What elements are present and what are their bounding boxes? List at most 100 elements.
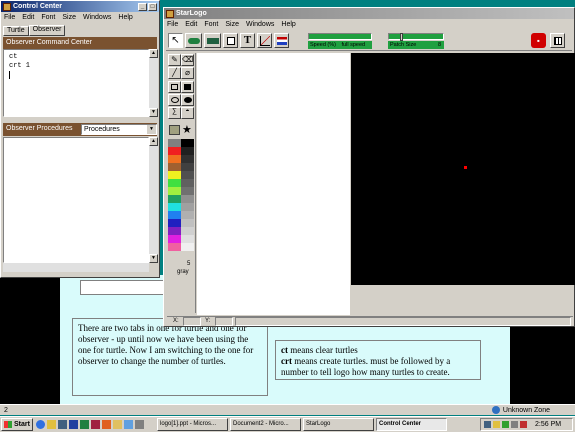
- command-scrollbar[interactable]: ▲ ▼: [149, 49, 158, 117]
- starlogo-titlebar[interactable]: StarLogo: [164, 8, 574, 19]
- scroll-down-arrow[interactable]: ▼: [149, 108, 158, 117]
- task-control-center[interactable]: Control Center: [376, 418, 447, 431]
- scroll-up-arrow[interactable]: ▲: [149, 49, 158, 58]
- command-input[interactable]: ct crt 1: [3, 49, 149, 117]
- menu-font[interactable]: Font: [41, 14, 55, 21]
- word-icon[interactable]: [69, 420, 78, 429]
- menu-help[interactable]: Help: [118, 14, 132, 21]
- monitor-button[interactable]: [223, 33, 238, 48]
- tray-icon-3[interactable]: [502, 421, 509, 428]
- task-starlogo[interactable]: StarLogo: [303, 418, 374, 431]
- procedures-select-value: Procedures: [84, 126, 120, 133]
- patch-label: Patch Size: [390, 42, 417, 48]
- clock[interactable]: 2:56 PM: [535, 421, 561, 428]
- tab-observer[interactable]: Observer: [28, 25, 66, 36]
- note-text-ct: means clear turtles: [288, 345, 358, 355]
- pen-color-swatch[interactable]: [169, 125, 180, 135]
- plot-button[interactable]: [257, 33, 272, 48]
- maximize-button[interactable]: □: [148, 2, 157, 11]
- patch-size-slider[interactable]: [388, 33, 444, 41]
- menu-file[interactable]: File: [4, 14, 15, 21]
- fill-tool-icon[interactable]: ◓: [181, 107, 194, 119]
- eyedropper-tool-icon[interactable]: ⌀: [181, 67, 194, 79]
- procedures-editor[interactable]: [3, 137, 149, 263]
- command-center-header: Observer Command Center: [3, 37, 157, 49]
- sl-menu-font[interactable]: Font: [204, 21, 218, 28]
- windows-logo-icon: [4, 421, 12, 428]
- powerpoint-icon[interactable]: [102, 420, 111, 429]
- proc-scroll-down-arrow[interactable]: ▼: [149, 254, 158, 263]
- task-control-center-label: Control Center: [379, 421, 421, 427]
- menu-edit[interactable]: Edit: [22, 14, 34, 21]
- create-patch-button[interactable]: [204, 33, 221, 48]
- start-label: Start: [14, 421, 30, 428]
- menu-size[interactable]: Size: [62, 14, 76, 21]
- sl-menu-windows[interactable]: Windows: [246, 21, 274, 28]
- color-name: gray: [177, 269, 189, 275]
- app-icon: [3, 2, 11, 11]
- procedures-hscrollbar[interactable]: [3, 263, 149, 272]
- sl-menu-file[interactable]: File: [167, 21, 178, 28]
- starlogo-title: StarLogo: [176, 10, 207, 17]
- task-ppt[interactable]: logo[1].ppt - Micros...: [157, 418, 228, 431]
- note-left: There are two tabs in one for turtle and…: [72, 318, 268, 396]
- minimize-button[interactable]: _: [138, 2, 147, 11]
- sl-menu-edit[interactable]: Edit: [185, 21, 197, 28]
- note-right: ct means clear turtles crt means create …: [275, 340, 481, 380]
- start-button[interactable]: Start: [1, 418, 33, 431]
- slider-button[interactable]: [274, 33, 289, 48]
- eraser-tool-icon[interactable]: ⌫: [181, 54, 194, 66]
- outlook-icon[interactable]: [47, 420, 56, 429]
- oval-outline-icon[interactable]: [168, 94, 181, 106]
- menu-windows[interactable]: Windows: [83, 14, 111, 21]
- tray-icon-2[interactable]: [493, 421, 500, 428]
- globe-icon: [491, 406, 500, 414]
- media-icon[interactable]: [124, 420, 133, 429]
- oval-filled-icon[interactable]: [181, 94, 194, 106]
- color-palette[interactable]: [168, 139, 195, 251]
- turtle-dot: [464, 166, 467, 169]
- procedures-label: Observer Procedures: [6, 125, 73, 132]
- explorer-icon[interactable]: [113, 420, 122, 429]
- procedures-scrollbar[interactable]: ▲ ▼: [149, 137, 158, 263]
- volume-icon[interactable]: [511, 421, 518, 428]
- system-tray: 2:56 PM: [480, 418, 573, 431]
- task-word[interactable]: Document2 - Micro...: [230, 418, 301, 431]
- graphics-canvas[interactable]: [351, 53, 575, 285]
- misc-icon[interactable]: [135, 420, 144, 429]
- tray-icon-5[interactable]: [520, 421, 527, 428]
- excel-icon[interactable]: [80, 420, 89, 429]
- quick-launch: [36, 420, 144, 429]
- speed-slider[interactable]: [308, 33, 372, 40]
- desktop-icon[interactable]: [58, 420, 67, 429]
- rect-outline-icon[interactable]: [168, 81, 181, 93]
- ie-icon[interactable]: [36, 420, 45, 429]
- spray-tool-icon[interactable]: ∑: [168, 107, 181, 119]
- pencil-tool-icon[interactable]: ✎: [168, 54, 181, 66]
- text-tool-button[interactable]: T: [240, 33, 255, 48]
- tab-turtle[interactable]: Turtle: [3, 26, 29, 36]
- interface-panel[interactable]: [197, 53, 350, 315]
- patch-slider-thumb[interactable]: [400, 33, 403, 41]
- text-cursor: [9, 71, 10, 79]
- star-shape-icon[interactable]: ★: [182, 123, 192, 136]
- line-tool-icon[interactable]: ╱: [168, 67, 181, 79]
- control-center-menubar: File Edit Font Size Windows Help: [1, 12, 159, 23]
- grid-button[interactable]: [550, 33, 565, 48]
- pointer-tool-button[interactable]: ↖: [168, 33, 183, 48]
- x-label: X:: [173, 318, 179, 324]
- patch-create-icon: [207, 38, 219, 44]
- procedures-header: Observer Procedures Procedures ▼: [3, 123, 157, 136]
- y-field: [215, 317, 233, 326]
- proc-scroll-up-arrow[interactable]: ▲: [149, 137, 158, 146]
- stop-button[interactable]: ■: [531, 33, 546, 48]
- rect-filled-icon[interactable]: [181, 81, 194, 93]
- sl-menu-size[interactable]: Size: [225, 21, 239, 28]
- create-turtle-button[interactable]: [185, 33, 202, 48]
- sl-menu-help[interactable]: Help: [281, 21, 295, 28]
- control-center-titlebar[interactable]: Control Center _ □: [1, 1, 159, 12]
- plot-icon: [260, 36, 270, 46]
- procedures-select[interactable]: Procedures ▼: [81, 124, 157, 135]
- tray-icon-1[interactable]: [484, 421, 491, 428]
- access-icon[interactable]: [91, 420, 100, 429]
